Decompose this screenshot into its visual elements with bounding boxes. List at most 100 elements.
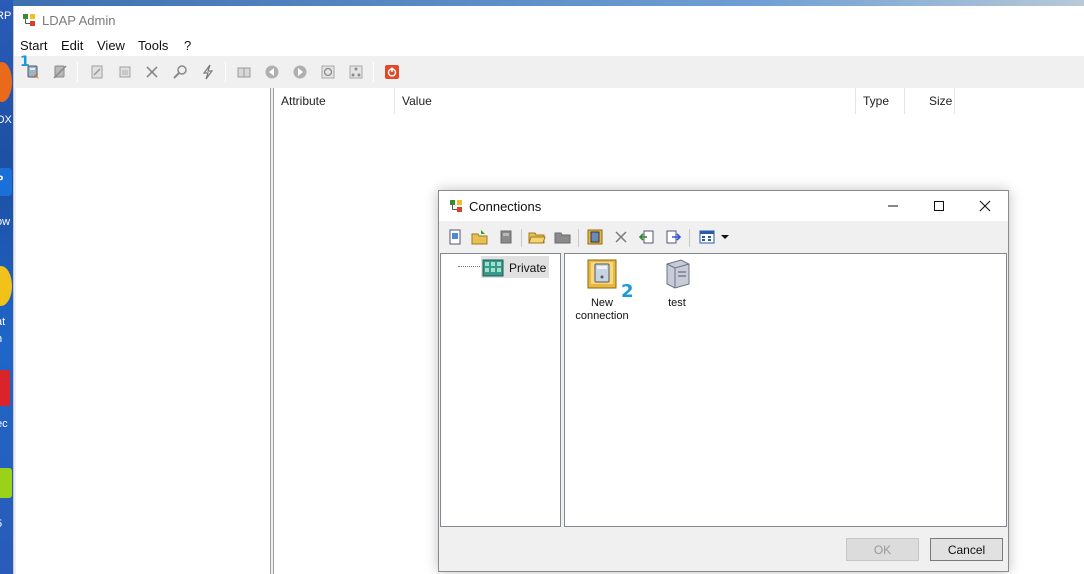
minimize-icon [888, 205, 898, 207]
dialog-title-bar[interactable]: Connections [439, 191, 1008, 221]
tree-item-label: Private [509, 261, 547, 275]
delete-toolbar-button[interactable] [611, 227, 631, 247]
new-folder-toolbar-button[interactable] [470, 227, 490, 247]
menu-bar: Start Edit View Tools ? [14, 34, 1084, 56]
ok-button[interactable]: OK [846, 538, 919, 561]
folder-toolbar-button[interactable] [553, 227, 573, 247]
title-bar[interactable]: LDAP Admin [14, 6, 1084, 34]
menu-edit[interactable]: Edit [61, 38, 83, 53]
edit-button[interactable] [87, 63, 107, 81]
toolbar-separator [77, 62, 78, 82]
desktop-label-fragment: ow [0, 216, 11, 228]
disconnect-icon [53, 65, 67, 79]
connections-dialog: Connections Private New connection test … [438, 190, 1009, 572]
menu-help[interactable]: ? [184, 38, 191, 53]
cancel-button[interactable]: Cancel [930, 538, 1003, 561]
desktop-label-fragment: RP [0, 10, 12, 22]
schema-icon [349, 65, 363, 79]
directory-tree-pane[interactable] [16, 88, 271, 574]
menu-view[interactable]: View [97, 38, 125, 53]
desktop-label-fragment: ec [0, 418, 8, 430]
desktop-label-fragment: OX [0, 114, 12, 126]
desktop-label-fragment: 5 [0, 518, 2, 530]
exit-icon [385, 65, 399, 79]
private-folder-icon [482, 259, 504, 277]
maximize-button[interactable] [916, 191, 962, 221]
close-button[interactable] [962, 191, 1008, 221]
forward-button[interactable] [290, 63, 310, 81]
back-button[interactable] [262, 63, 282, 81]
properties-icon [119, 66, 131, 78]
connection-item-test[interactable]: test [642, 258, 712, 310]
connections-folder-tree[interactable]: Private [440, 253, 561, 527]
tree-item-private[interactable]: Private [481, 256, 549, 278]
refresh-icon [321, 65, 335, 79]
column-header-value[interactable]: Value [395, 88, 856, 114]
desktop-label-fragment: n [0, 333, 2, 345]
new-connection-icon [587, 259, 617, 289]
toolbar-separator [521, 229, 522, 247]
open-folder-toolbar-button[interactable] [527, 227, 547, 247]
desktop-label-fragment: P [0, 174, 3, 186]
exit-button[interactable] [382, 63, 402, 81]
desktop-label-fragment: at [0, 316, 6, 328]
dialog-title: Connections [469, 199, 542, 214]
dialog-toolbar [439, 221, 1008, 253]
folder-icon [554, 232, 571, 244]
column-header-type[interactable]: Type [856, 88, 905, 114]
schema-button[interactable] [346, 63, 366, 81]
attributes-table-header: Attribute Value Type Size [274, 88, 1084, 114]
tree-connector-line [458, 266, 480, 267]
lightning-icon [202, 64, 214, 80]
annotation-marker-2: 2 [621, 281, 634, 302]
delete-button[interactable] [142, 63, 162, 81]
new-document-icon [449, 229, 461, 245]
back-icon [265, 65, 279, 79]
column-header-attribute[interactable]: Attribute [274, 88, 395, 114]
close-icon [979, 200, 991, 212]
connection-label: test [668, 297, 686, 309]
disconnect-button[interactable] [50, 63, 70, 81]
server-icon [666, 259, 690, 289]
import-icon [639, 230, 654, 244]
main-toolbar [14, 56, 1084, 88]
new-connection-toolbar-button[interactable] [445, 227, 465, 247]
maximize-icon [934, 201, 944, 211]
search-button[interactable] [170, 63, 190, 81]
delete-icon [615, 231, 627, 243]
forward-icon [293, 65, 307, 79]
new-folder-icon [471, 230, 488, 245]
properties-button[interactable] [115, 63, 135, 81]
annotation-marker-1: 1 [20, 54, 30, 70]
copy-icon [500, 230, 512, 244]
export-toolbar-button[interactable] [663, 227, 683, 247]
menu-start[interactable]: Start [20, 38, 47, 53]
book-button[interactable] [234, 63, 254, 81]
refresh-button[interactable] [318, 63, 338, 81]
chevron-down-icon [721, 235, 729, 239]
search-icon [173, 65, 187, 79]
toolbar-separator [373, 62, 374, 82]
column-header-size[interactable]: Size [905, 88, 955, 114]
minimize-button[interactable] [870, 191, 916, 221]
properties-icon [587, 229, 603, 245]
view-mode-dropdown[interactable] [699, 227, 735, 247]
toolbar-separator [689, 229, 690, 247]
view-grid-icon [699, 230, 715, 244]
import-toolbar-button[interactable] [637, 227, 657, 247]
export-icon [666, 230, 681, 244]
desktop-icons-strip: RP OX P ow at n ec 5 [0, 0, 13, 574]
lightning-button[interactable] [198, 63, 218, 81]
copy-toolbar-button[interactable] [496, 227, 516, 247]
connection-label-line2: connection [575, 310, 629, 322]
delete-icon [146, 66, 158, 78]
toolbar-separator [225, 62, 226, 82]
ldap-app-icon [450, 200, 462, 212]
ldap-app-icon [23, 14, 35, 26]
folder-open-icon [528, 232, 546, 244]
book-icon [237, 67, 251, 78]
properties-toolbar-button[interactable] [585, 227, 605, 247]
window-title: LDAP Admin [42, 13, 116, 28]
edit-icon [91, 65, 103, 79]
menu-tools[interactable]: Tools [138, 38, 168, 53]
